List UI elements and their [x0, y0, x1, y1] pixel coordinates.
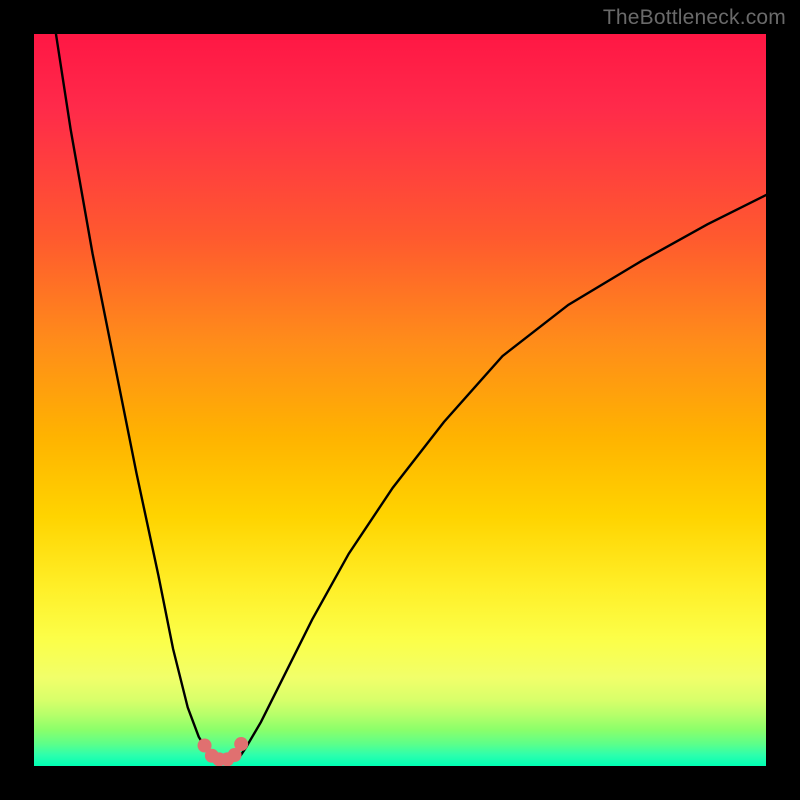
plot-area: [34, 34, 766, 766]
watermark-text: TheBottleneck.com: [603, 6, 786, 30]
chart-stage: TheBottleneck.com: [0, 0, 800, 800]
curve-markers: [198, 737, 249, 766]
curve-marker: [234, 737, 248, 751]
plot-svg: [34, 34, 766, 766]
bottleneck-curve: [56, 34, 766, 762]
